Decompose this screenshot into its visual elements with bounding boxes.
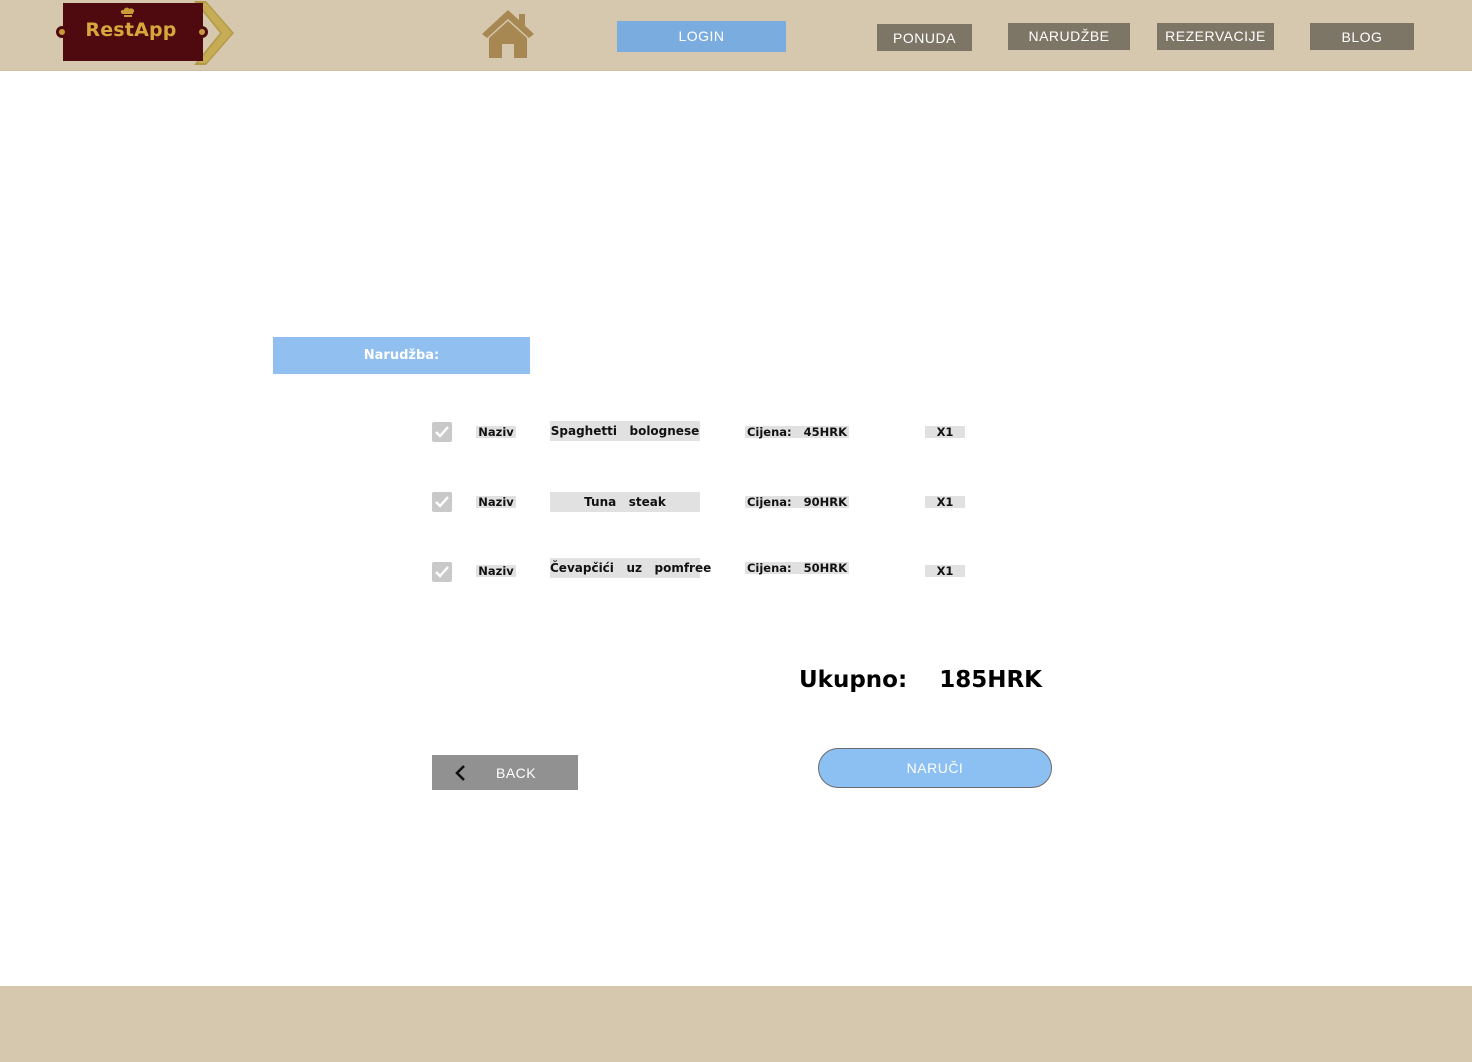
back-button-label: BACK xyxy=(496,765,537,781)
item-name: Tuna steak xyxy=(550,492,700,512)
item-price: Cijena: 50HRK xyxy=(745,561,849,575)
checkmark-icon xyxy=(435,426,449,438)
order-item-row: Naziv Tuna steak Cijena: 90HRK X1 xyxy=(0,490,1472,520)
header-bar: RestApp LOGIN PONUDA NARUDŽBE REZERVACIJ… xyxy=(0,0,1472,71)
login-button[interactable]: LOGIN xyxy=(617,21,786,52)
item-name: Čevapčići uz pomfree xyxy=(550,558,711,578)
logo-text: RestApp xyxy=(85,19,177,41)
chevron-left-icon xyxy=(455,765,465,781)
item-name: Spaghetti bolognese xyxy=(550,421,700,441)
logo-hole xyxy=(56,26,68,38)
nav-narudzbe-button[interactable]: NARUDŽBE xyxy=(1008,23,1130,50)
nav-blog-button[interactable]: BLOG xyxy=(1310,23,1414,50)
item-quantity: X1 xyxy=(925,426,965,438)
order-heading: Narudžba: xyxy=(273,337,530,374)
back-button[interactable]: BACK xyxy=(432,755,578,790)
item-quantity: X1 xyxy=(925,496,965,508)
checkmark-icon xyxy=(435,496,449,508)
item-name-label: Naziv xyxy=(476,496,516,508)
item-quantity: X1 xyxy=(925,565,965,577)
item-checkbox[interactable] xyxy=(432,492,452,512)
restapp-logo[interactable]: RestApp xyxy=(54,1,238,65)
order-submit-button[interactable]: NARUČI xyxy=(818,748,1052,788)
item-name-label: Naziv xyxy=(476,426,516,438)
item-checkbox[interactable] xyxy=(432,562,452,582)
nav-rezervacije-button[interactable]: REZERVACIJE xyxy=(1157,23,1274,50)
item-price: Cijena: 45HRK xyxy=(745,425,849,439)
order-item-row: Naziv Spaghetti bolognese Cijena: 45HRK … xyxy=(0,420,1472,450)
logo-hole xyxy=(196,26,208,38)
footer-bar xyxy=(0,986,1472,1062)
chef-hat-icon xyxy=(120,7,135,17)
nav-ponuda-button[interactable]: PONUDA xyxy=(877,24,972,51)
order-total: Ukupno: 185HRK xyxy=(799,667,1043,693)
home-icon[interactable] xyxy=(479,8,537,60)
checkmark-icon xyxy=(435,566,449,578)
order-item-row: Naziv Čevapčići uz pomfree Cijena: 50HRK… xyxy=(0,558,1472,588)
item-name-label: Naziv xyxy=(476,565,516,577)
item-checkbox[interactable] xyxy=(432,422,452,442)
item-price: Cijena: 90HRK xyxy=(745,495,849,509)
